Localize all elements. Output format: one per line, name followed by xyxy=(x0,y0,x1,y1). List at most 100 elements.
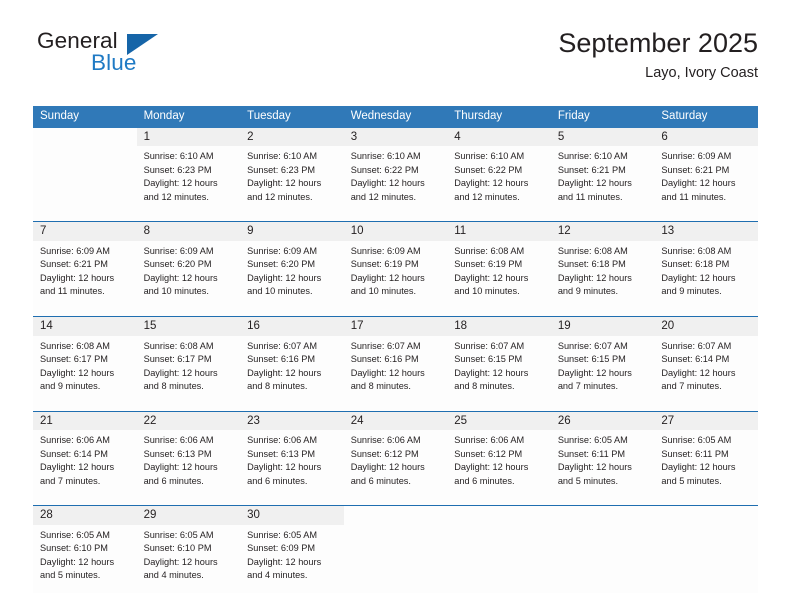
day-cell-23[interactable]: Sunrise: 6:06 AM Sunset: 6:13 PM Daylight:… xyxy=(240,430,344,499)
day-number-empty xyxy=(343,506,448,525)
day-cell-4[interactable]: Sunrise: 6:10 AM Sunset: 6:22 PM Daylight:… xyxy=(447,146,551,215)
day-number-25[interactable]: 25 xyxy=(447,411,551,431)
day-cell-8[interactable]: Sunrise: 6:09 AM Sunset: 6:20 PM Daylight:… xyxy=(136,240,241,309)
day-info-line: Sunset: 6:12 PM xyxy=(454,448,523,459)
day-cell-30[interactable]: Sunrise: 6:05 AM Sunset: 6:09 PM Daylight:… xyxy=(240,524,344,593)
page-title: September 2025 xyxy=(558,28,758,58)
day-cell-15[interactable]: Sunrise: 6:08 AM Sunset: 6:17 PM Daylight:… xyxy=(136,335,241,404)
day-cell-25[interactable]: Sunrise: 6:06 AM Sunset: 6:12 PM Daylight:… xyxy=(447,430,551,499)
brand-logo[interactable]: General Blue xyxy=(33,28,283,90)
day-number-28[interactable]: 28 xyxy=(33,506,137,525)
day-number-10[interactable]: 10 xyxy=(343,222,448,241)
week-gap xyxy=(33,214,758,222)
day-cell-16[interactable]: Sunrise: 6:07 AM Sunset: 6:16 PM Daylight:… xyxy=(240,335,344,404)
day-detail-row: Sunrise: 6:10 AM Sunset: 6:23 PM Daylight:… xyxy=(33,146,758,215)
day-number-17[interactable]: 17 xyxy=(343,316,448,336)
day-number-29[interactable]: 29 xyxy=(136,506,241,525)
day-number-6[interactable]: 6 xyxy=(654,127,758,147)
day-number-row: 14 15 16 17 18 19 20 xyxy=(33,316,758,336)
day-info-line: Sunrise: 6:10 AM xyxy=(143,151,214,162)
day-number-16[interactable]: 16 xyxy=(240,316,344,336)
day-info-line: Daylight: 12 hours xyxy=(454,367,529,378)
day-info-line: Sunset: 6:16 PM xyxy=(247,354,316,365)
day-cell-7[interactable]: Sunrise: 6:09 AM Sunset: 6:21 PM Daylight:… xyxy=(33,240,137,309)
weekday-header-monday: Monday xyxy=(136,106,241,128)
day-number-8[interactable]: 8 xyxy=(136,222,241,241)
day-info-line: Sunrise: 6:10 AM xyxy=(557,151,628,162)
day-number-5[interactable]: 5 xyxy=(550,127,655,147)
day-cell-14[interactable]: Sunrise: 6:08 AM Sunset: 6:17 PM Daylight:… xyxy=(33,335,137,404)
day-info-line: Sunrise: 6:08 AM xyxy=(557,245,628,256)
day-cell-empty xyxy=(654,524,758,593)
day-number-27[interactable]: 27 xyxy=(654,411,758,431)
day-number-3[interactable]: 3 xyxy=(343,127,448,147)
day-cell-17[interactable]: Sunrise: 6:07 AM Sunset: 6:16 PM Daylight:… xyxy=(343,335,448,404)
day-cell-11[interactable]: Sunrise: 6:08 AM Sunset: 6:19 PM Daylight:… xyxy=(447,240,551,309)
day-number-19[interactable]: 19 xyxy=(550,316,655,336)
day-number-23[interactable]: 23 xyxy=(240,411,344,431)
day-cell-29[interactable]: Sunrise: 6:05 AM Sunset: 6:10 PM Daylight:… xyxy=(136,524,241,593)
weekday-header-wednesday: Wednesday xyxy=(343,106,448,128)
day-info-line: Sunset: 6:13 PM xyxy=(143,448,212,459)
calendar-body: 1 2 3 4 5 6 Sunrise: 6:10 AM Sunset: 6:23 PM Day… xyxy=(33,127,758,593)
day-cell-28[interactable]: Sunrise: 6:05 AM Sunset: 6:10 PM Daylight:… xyxy=(33,524,137,593)
day-cell-12[interactable]: Sunrise: 6:08 AM Sunset: 6:18 PM Daylight:… xyxy=(550,240,655,309)
day-number-11[interactable]: 11 xyxy=(447,222,551,241)
day-cell-1[interactable]: Sunrise: 6:10 AM Sunset: 6:23 PM Daylight:… xyxy=(136,146,241,215)
day-info-line: and 10 minutes. xyxy=(143,286,209,297)
day-info-line: Sunrise: 6:06 AM xyxy=(454,435,525,446)
day-info-line: Daylight: 12 hours xyxy=(143,462,218,473)
day-cell-13[interactable]: Sunrise: 6:08 AM Sunset: 6:18 PM Daylight:… xyxy=(654,240,758,309)
day-cell-19[interactable]: Sunrise: 6:07 AM Sunset: 6:15 PM Daylight:… xyxy=(550,335,655,404)
day-number-2[interactable]: 2 xyxy=(240,127,344,147)
day-cell-21[interactable]: Sunrise: 6:06 AM Sunset: 6:14 PM Daylight:… xyxy=(33,430,137,499)
day-number-7[interactable]: 7 xyxy=(33,222,137,241)
day-cell-24[interactable]: Sunrise: 6:06 AM Sunset: 6:12 PM Daylight:… xyxy=(343,430,448,499)
day-cell-27[interactable]: Sunrise: 6:05 AM Sunset: 6:11 PM Daylight:… xyxy=(654,430,758,499)
day-number-1[interactable]: 1 xyxy=(136,127,241,147)
day-cell-22[interactable]: Sunrise: 6:06 AM Sunset: 6:13 PM Daylight:… xyxy=(136,430,241,499)
day-info-line: Sunset: 6:19 PM xyxy=(454,259,523,270)
day-number-4[interactable]: 4 xyxy=(447,127,551,147)
day-cell-empty xyxy=(33,146,137,215)
day-number-9[interactable]: 9 xyxy=(240,222,344,241)
day-info-line: and 12 minutes. xyxy=(350,191,417,202)
day-info-line: and 10 minutes. xyxy=(350,286,417,297)
day-number-26[interactable]: 26 xyxy=(550,411,655,431)
day-info-line: and 8 minutes. xyxy=(143,381,204,392)
day-number-14[interactable]: 14 xyxy=(33,316,137,336)
day-number-22[interactable]: 22 xyxy=(136,411,241,431)
day-cell-18[interactable]: Sunrise: 6:07 AM Sunset: 6:15 PM Daylight:… xyxy=(447,335,551,404)
day-cell-6[interactable]: Sunrise: 6:09 AM Sunset: 6:21 PM Daylight:… xyxy=(654,146,758,215)
day-info-line: Daylight: 12 hours xyxy=(557,272,632,283)
day-cell-5[interactable]: Sunrise: 6:10 AM Sunset: 6:21 PM Daylight:… xyxy=(550,146,655,215)
weekday-header-thursday: Thursday xyxy=(447,106,551,128)
day-info-line: Daylight: 12 hours xyxy=(454,272,529,283)
day-cell-9[interactable]: Sunrise: 6:09 AM Sunset: 6:20 PM Daylight:… xyxy=(240,240,344,309)
day-cell-20[interactable]: Sunrise: 6:07 AM Sunset: 6:14 PM Daylight:… xyxy=(654,335,758,404)
day-number-20[interactable]: 20 xyxy=(654,316,758,336)
day-info-line: Sunset: 6:21 PM xyxy=(40,259,108,270)
day-info-line: Sunset: 6:10 PM xyxy=(40,543,108,554)
day-number-18[interactable]: 18 xyxy=(447,316,551,336)
day-cell-2[interactable]: Sunrise: 6:10 AM Sunset: 6:23 PM Daylight:… xyxy=(240,146,344,215)
day-cell-26[interactable]: Sunrise: 6:05 AM Sunset: 6:11 PM Daylight:… xyxy=(550,430,655,499)
day-number-15[interactable]: 15 xyxy=(136,316,241,336)
day-info-line: Sunrise: 6:06 AM xyxy=(247,435,318,446)
day-info-line: Sunrise: 6:06 AM xyxy=(143,435,214,446)
day-info-line: and 5 minutes. xyxy=(661,475,722,486)
day-cell-3[interactable]: Sunrise: 6:10 AM Sunset: 6:22 PM Daylight:… xyxy=(343,146,448,215)
day-info-line: and 5 minutes. xyxy=(557,475,619,486)
day-info-line: and 12 minutes. xyxy=(247,191,313,202)
day-number-21[interactable]: 21 xyxy=(33,411,137,431)
day-info-line: Sunrise: 6:10 AM xyxy=(247,151,318,162)
day-cell-empty xyxy=(550,524,655,593)
day-info-line: Sunrise: 6:07 AM xyxy=(350,340,421,351)
day-cell-10[interactable]: Sunrise: 6:09 AM Sunset: 6:19 PM Daylight:… xyxy=(343,240,448,309)
day-number-24[interactable]: 24 xyxy=(343,411,448,431)
day-number-13[interactable]: 13 xyxy=(654,222,758,241)
day-number-12[interactable]: 12 xyxy=(550,222,655,241)
week-gap-cell xyxy=(550,214,655,222)
day-number-30[interactable]: 30 xyxy=(240,506,344,525)
day-info-line: Sunrise: 6:05 AM xyxy=(247,529,318,540)
